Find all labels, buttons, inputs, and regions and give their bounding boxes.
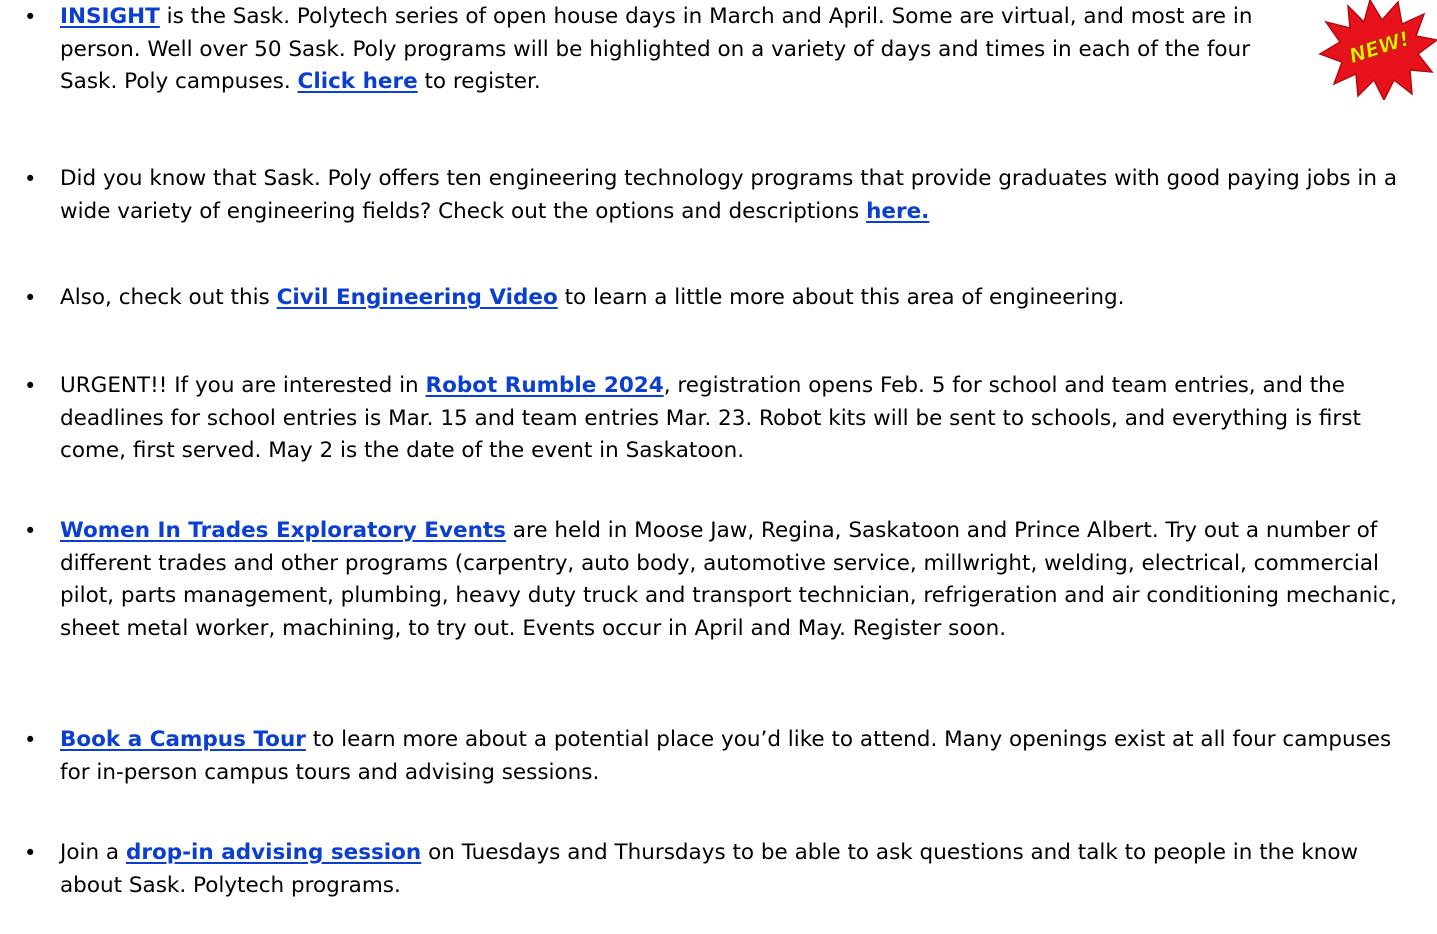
click-here-link[interactable]: Click here bbox=[298, 69, 418, 94]
item-text: to learn a little more about this area o… bbox=[557, 285, 1125, 310]
book-campus-tour-link[interactable]: Book a Campus Tour bbox=[60, 727, 306, 752]
list-item: Book a Campus Tour to learn more about a… bbox=[24, 724, 1400, 789]
list-item: URGENT!! If you are interested in Robot … bbox=[24, 370, 1400, 468]
insight-link[interactable]: INSIGHT bbox=[60, 4, 160, 29]
item-text: is the Sask. Polytech series of open hou… bbox=[60, 4, 1253, 94]
list-item: Also, check out this Civil Engineering V… bbox=[24, 282, 1400, 315]
new-burst-badge: NEW! bbox=[1318, 0, 1437, 102]
item-text: Did you know that Sask. Poly offers ten … bbox=[60, 166, 1398, 224]
item-text: Join a bbox=[60, 840, 126, 865]
document-page: NEW! INSIGHT is the Sask. Polytech serie… bbox=[0, 0, 1437, 934]
women-in-trades-link[interactable]: Women In Trades Exploratory Events bbox=[60, 518, 506, 543]
robot-rumble-link[interactable]: Robot Rumble 2024 bbox=[426, 373, 664, 398]
new-starburst-icon: NEW! bbox=[1318, 0, 1437, 102]
list-item: Join a drop-in advising session on Tuesd… bbox=[24, 837, 1400, 902]
item-text: URGENT!! If you are interested in bbox=[60, 373, 426, 398]
list-item: Did you know that Sask. Poly offers ten … bbox=[24, 163, 1400, 228]
item-text: Also, check out this bbox=[60, 285, 277, 310]
drop-in-advising-link[interactable]: drop-in advising session bbox=[126, 840, 421, 865]
civil-engineering-video-link[interactable]: Civil Engineering Video bbox=[277, 285, 558, 310]
item-text: to register. bbox=[417, 69, 541, 94]
here-link[interactable]: here. bbox=[866, 199, 929, 224]
list-item: Women In Trades Exploratory Events are h… bbox=[24, 515, 1400, 645]
list-item: INSIGHT is the Sask. Polytech series of … bbox=[24, 1, 1260, 99]
